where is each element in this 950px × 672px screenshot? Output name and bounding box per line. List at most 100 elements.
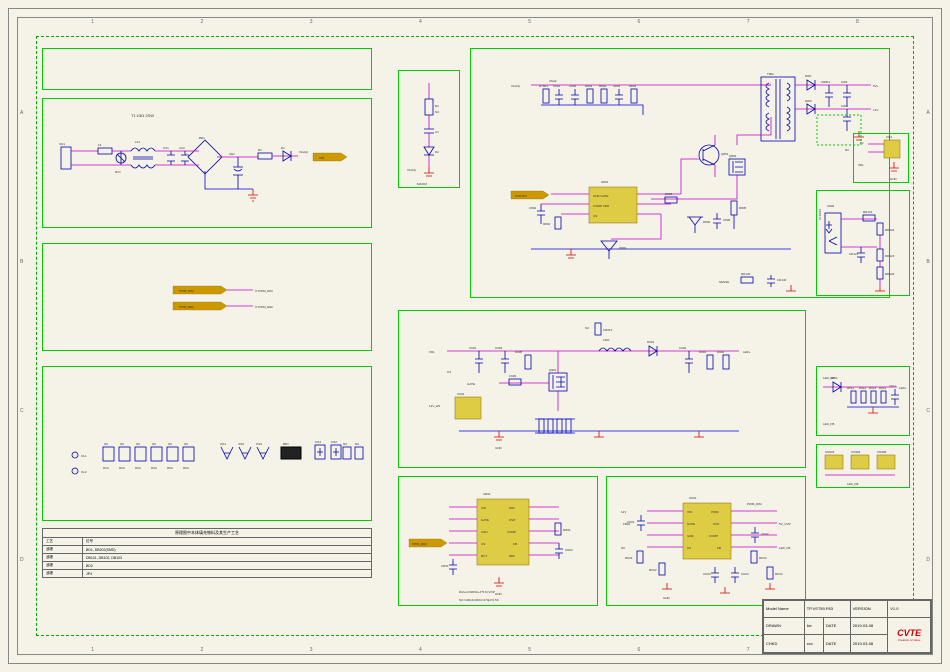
- input-filter-schematic: T1:15Ω 2SW CN1 F1 RV1 LF1: [43, 99, 373, 229]
- svg-text:C804: C804: [529, 206, 537, 210]
- svg-text:NC: NC: [845, 148, 850, 152]
- svg-text:O PWM_DIM: O PWM_DIM: [255, 289, 273, 293]
- svg-text:FB: FB: [513, 542, 517, 546]
- svg-text:D802: D802: [703, 220, 711, 224]
- svg-text:D803: D803: [619, 246, 627, 250]
- svg-text:GATE: GATE: [467, 382, 475, 386]
- svg-text:BD1: BD1: [283, 442, 289, 446]
- svg-text:U901: U901: [457, 392, 465, 396]
- svg-text:D2: D2: [435, 150, 439, 154]
- svg-text:GND: GND: [890, 177, 898, 181]
- svg-text:RR123: RR123: [885, 254, 895, 258]
- svg-text:RT801: RT801: [539, 84, 548, 88]
- ruler-left: ABCD: [20, 38, 24, 634]
- svg-text:R901: R901: [699, 350, 707, 354]
- svg-text:NC: NC: [104, 442, 109, 446]
- svg-text:R2: R2: [435, 104, 439, 108]
- svg-text:U801: U801: [601, 180, 609, 184]
- svg-text:5VL: 5VL: [873, 84, 879, 88]
- svg-text:C803: C803: [613, 84, 621, 88]
- svg-text:C902: C902: [679, 346, 687, 350]
- svg-text:VIN: VIN: [481, 506, 486, 510]
- svg-text:5V: 5V: [860, 141, 864, 145]
- snubber-schematic: R2 NC C1 D2 VinAdj MAXIM: [399, 71, 461, 189]
- svg-text:CK03: CK03: [703, 572, 711, 576]
- svg-text:C903: C903: [509, 374, 517, 378]
- svg-text:C911: C911: [889, 384, 896, 388]
- svg-text:GATE: GATE: [687, 522, 695, 526]
- bom-row: 波峰BD2: [43, 562, 372, 570]
- svg-text:COMP VDD: COMP VDD: [593, 204, 610, 208]
- svg-text:R801: R801: [585, 84, 593, 88]
- svg-text:RR121: RR121: [863, 210, 873, 214]
- bom-header: 原理图中本体填充物料及其生产工艺: [43, 529, 372, 538]
- svg-text:R804: R804: [543, 222, 551, 226]
- svg-text:PWM_REF: PWM_REF: [179, 305, 194, 309]
- svg-text:R6A: R6A: [183, 466, 189, 470]
- svg-text:GND: GND: [495, 592, 503, 596]
- bom-col-refdes: 位号: [83, 538, 372, 546]
- svg-text:CR01: CR01: [441, 564, 449, 568]
- ruler-top: 12345678: [38, 19, 912, 25]
- svg-text:RR122: RR122: [885, 228, 895, 232]
- svg-text:CS: CS: [481, 542, 485, 546]
- block-empty-top: [42, 48, 372, 90]
- svg-text:R3A: R3A: [135, 466, 141, 470]
- svg-text:C903: C903: [495, 346, 503, 350]
- block-aux-connector: 5V CN2 VDL GND: [853, 133, 909, 183]
- tb-date2-label: DATE: [823, 635, 850, 653]
- bom-row: 波峰BD1, DB202(SMD): [43, 546, 372, 554]
- svg-text:NC: NC: [152, 442, 157, 446]
- bom-table: 原理图中本体填充物料及其生产工艺 工艺位号 波峰BD1, DB202(SMD) …: [42, 528, 372, 578]
- tb-version-label: VERSION: [850, 601, 888, 618]
- svg-text:LED_FB: LED_FB: [823, 422, 834, 426]
- svg-text:C1: C1: [435, 130, 439, 134]
- svg-text:PCB R/C: PCB R/C: [515, 194, 528, 198]
- svg-text:U802: U802: [827, 204, 835, 208]
- svg-text:D1: D1: [281, 146, 285, 150]
- tb-model-label: Model Name: [764, 601, 805, 618]
- inner-frame: 12345678 12345678 ABCD ABCD T1:15Ω 2SW C…: [17, 17, 933, 655]
- svg-text:SENSE: SENSE: [719, 280, 729, 284]
- schematic-sheet: 12345678 12345678 ABCD ABCD T1:15Ω 2SW C…: [8, 8, 942, 664]
- svg-text:DIM: DIM: [509, 506, 515, 510]
- svg-text:R806: R806: [665, 192, 673, 196]
- tb-date2-value: 2019-03-08: [850, 635, 888, 653]
- svg-text:VDL: VDL: [858, 163, 864, 167]
- svg-text:R1A: R1A: [103, 466, 109, 470]
- svg-text:GND: GND: [687, 534, 695, 538]
- svg-text:12V: 12V: [621, 510, 626, 514]
- svg-text:CN2: CN2: [886, 135, 892, 139]
- svg-text:5V_OVP: 5V_OVP: [779, 522, 791, 526]
- svg-text:R803: R803: [629, 84, 637, 88]
- svg-text:NC: NC: [585, 326, 590, 330]
- svg-text:Q801: Q801: [721, 152, 729, 156]
- svg-text:F1: F1: [98, 143, 102, 147]
- svg-text:D901: D901: [647, 340, 655, 344]
- svg-text:12V: 12V: [873, 108, 878, 112]
- block-controller1: UR01 VINDIM GATEOVP IADJCOMP CSFB RCTREF…: [398, 476, 598, 606]
- svg-text:CN905: CN905: [877, 450, 887, 454]
- tb-date-label: DATE: [823, 617, 850, 635]
- svg-text:OS1: OS1: [315, 440, 321, 444]
- svg-text:LED_FB: LED_FB: [779, 546, 790, 550]
- svg-text:IADJ: IADJ: [481, 530, 488, 534]
- tb-date-value: 2019-03-08: [850, 617, 888, 635]
- svg-text:CX1: CX1: [163, 146, 169, 150]
- svg-text:COMP: COMP: [507, 530, 516, 534]
- svg-text:R902: R902: [717, 350, 725, 354]
- svg-text:CR121: CR121: [849, 252, 859, 256]
- tb-chkd-value: xxx: [804, 635, 823, 653]
- block-led-fb: LED_FB DW1 R911 R912 R913 R914 C911 LED+…: [816, 366, 910, 436]
- svg-text:CW2: CW2: [841, 104, 848, 108]
- svg-text:NC: NC: [355, 442, 360, 446]
- svg-text:BD1: BD1: [199, 136, 205, 140]
- svg-text:CN903: CN903: [825, 450, 835, 454]
- svg-text:CX2: CX2: [179, 146, 185, 150]
- svg-text:CN1: CN1: [59, 142, 65, 146]
- svg-text:GND: GND: [495, 446, 503, 450]
- svg-text:UR01: UR01: [483, 492, 491, 496]
- svg-text:NC: NC: [168, 442, 173, 446]
- svg-text:RCT: RCT: [481, 554, 487, 558]
- svg-text:R4A: R4A: [151, 466, 157, 470]
